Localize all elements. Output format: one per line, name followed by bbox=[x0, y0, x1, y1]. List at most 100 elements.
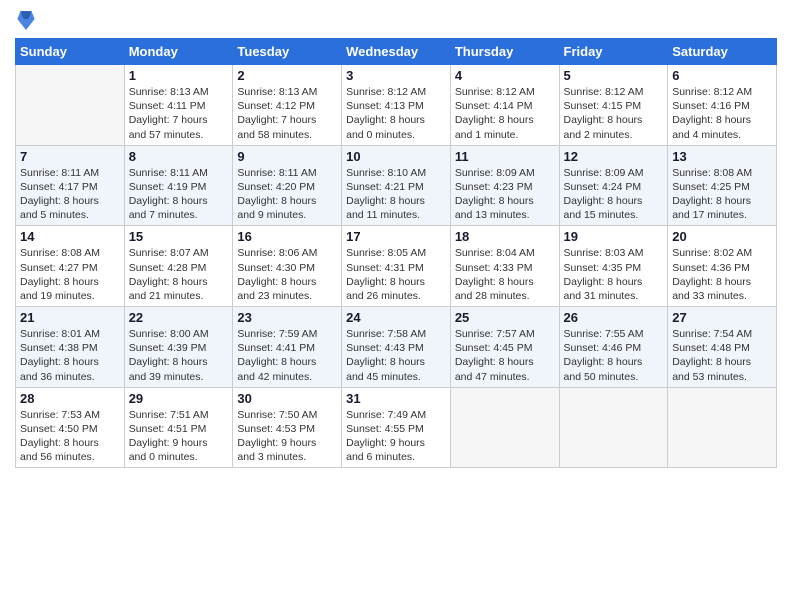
day-number: 28 bbox=[20, 391, 120, 406]
calendar-header-row: SundayMondayTuesdayWednesdayThursdayFrid… bbox=[16, 39, 777, 65]
day-number: 1 bbox=[129, 68, 229, 83]
calendar-week-row: 7Sunrise: 8:11 AMSunset: 4:17 PMDaylight… bbox=[16, 145, 777, 226]
calendar-cell: 16 Sunrise: 8:06 AMSunset: 4:30 PMDayligh… bbox=[233, 226, 342, 307]
day-info: Sunrise: 8:07 AMSunset: 4:28 PMDaylight:… bbox=[129, 246, 229, 303]
day-info: Sunrise: 8:12 AMSunset: 4:16 PMDaylight:… bbox=[672, 85, 772, 142]
day-info: Sunrise: 8:10 AMSunset: 4:21 PMDaylight:… bbox=[346, 166, 446, 223]
calendar-cell: 19 Sunrise: 8:03 AMSunset: 4:35 PMDayligh… bbox=[559, 226, 668, 307]
day-number: 4 bbox=[455, 68, 555, 83]
day-number: 29 bbox=[129, 391, 229, 406]
day-info: Sunrise: 8:09 AMSunset: 4:24 PMDaylight:… bbox=[564, 166, 664, 223]
day-info: Sunrise: 8:02 AMSunset: 4:36 PMDaylight:… bbox=[672, 246, 772, 303]
day-info: Sunrise: 8:12 AMSunset: 4:14 PMDaylight:… bbox=[455, 85, 555, 142]
calendar-cell: 22 Sunrise: 8:00 AMSunset: 4:39 PMDayligh… bbox=[124, 307, 233, 388]
day-info: Sunrise: 8:13 AMSunset: 4:12 PMDaylight:… bbox=[237, 85, 337, 142]
logo bbox=[15, 10, 35, 30]
day-number: 25 bbox=[455, 310, 555, 325]
calendar-cell: 12 Sunrise: 8:09 AMSunset: 4:24 PMDayligh… bbox=[559, 145, 668, 226]
day-number: 22 bbox=[129, 310, 229, 325]
header-friday: Friday bbox=[559, 39, 668, 65]
day-info: Sunrise: 8:00 AMSunset: 4:39 PMDaylight:… bbox=[129, 327, 229, 384]
day-number: 8 bbox=[129, 149, 229, 164]
calendar-cell: 25 Sunrise: 7:57 AMSunset: 4:45 PMDayligh… bbox=[450, 307, 559, 388]
day-number: 6 bbox=[672, 68, 772, 83]
calendar-cell bbox=[16, 65, 125, 146]
calendar-cell: 29 Sunrise: 7:51 AMSunset: 4:51 PMDayligh… bbox=[124, 387, 233, 468]
day-info: Sunrise: 7:53 AMSunset: 4:50 PMDaylight:… bbox=[20, 408, 120, 465]
day-info: Sunrise: 8:11 AMSunset: 4:19 PMDaylight:… bbox=[129, 166, 229, 223]
calendar-cell: 10 Sunrise: 8:10 AMSunset: 4:21 PMDayligh… bbox=[342, 145, 451, 226]
calendar-cell: 8 Sunrise: 8:11 AMSunset: 4:19 PMDaylight… bbox=[124, 145, 233, 226]
day-number: 12 bbox=[564, 149, 664, 164]
day-info: Sunrise: 7:49 AMSunset: 4:55 PMDaylight:… bbox=[346, 408, 446, 465]
day-number: 10 bbox=[346, 149, 446, 164]
header-thursday: Thursday bbox=[450, 39, 559, 65]
calendar-cell: 3 Sunrise: 8:12 AMSunset: 4:13 PMDaylight… bbox=[342, 65, 451, 146]
day-number: 14 bbox=[20, 229, 120, 244]
day-number: 9 bbox=[237, 149, 337, 164]
header-wednesday: Wednesday bbox=[342, 39, 451, 65]
calendar-cell: 15Sunrise: 8:07 AMSunset: 4:28 PMDayligh… bbox=[124, 226, 233, 307]
calendar-cell: 24 Sunrise: 7:58 AMSunset: 4:43 PMDayligh… bbox=[342, 307, 451, 388]
day-info: Sunrise: 8:09 AMSunset: 4:23 PMDaylight:… bbox=[455, 166, 555, 223]
calendar-cell: 18 Sunrise: 8:04 AMSunset: 4:33 PMDayligh… bbox=[450, 226, 559, 307]
calendar-cell: 27Sunrise: 7:54 AMSunset: 4:48 PMDayligh… bbox=[668, 307, 777, 388]
calendar-cell: 4 Sunrise: 8:12 AMSunset: 4:14 PMDaylight… bbox=[450, 65, 559, 146]
page-header bbox=[15, 10, 777, 30]
header-monday: Monday bbox=[124, 39, 233, 65]
calendar-cell: 11 Sunrise: 8:09 AMSunset: 4:23 PMDayligh… bbox=[450, 145, 559, 226]
calendar-week-row: 14 Sunrise: 8:08 AMSunset: 4:27 PMDayligh… bbox=[16, 226, 777, 307]
day-number: 18 bbox=[455, 229, 555, 244]
calendar-cell: 6 Sunrise: 8:12 AMSunset: 4:16 PMDaylight… bbox=[668, 65, 777, 146]
day-number: 21 bbox=[20, 310, 120, 325]
day-info: Sunrise: 7:55 AMSunset: 4:46 PMDaylight:… bbox=[564, 327, 664, 384]
day-number: 5 bbox=[564, 68, 664, 83]
day-number: 17 bbox=[346, 229, 446, 244]
calendar-cell bbox=[668, 387, 777, 468]
day-info: Sunrise: 8:12 AMSunset: 4:13 PMDaylight:… bbox=[346, 85, 446, 142]
day-number: 16 bbox=[237, 229, 337, 244]
calendar-week-row: 21 Sunrise: 8:01 AMSunset: 4:38 PMDayligh… bbox=[16, 307, 777, 388]
calendar-week-row: 1 Sunrise: 8:13 AMSunset: 4:11 PMDaylight… bbox=[16, 65, 777, 146]
calendar-week-row: 28 Sunrise: 7:53 AMSunset: 4:50 PMDayligh… bbox=[16, 387, 777, 468]
day-number: 23 bbox=[237, 310, 337, 325]
day-info: Sunrise: 8:04 AMSunset: 4:33 PMDaylight:… bbox=[455, 246, 555, 303]
calendar-cell: 21 Sunrise: 8:01 AMSunset: 4:38 PMDayligh… bbox=[16, 307, 125, 388]
day-info: Sunrise: 8:01 AMSunset: 4:38 PMDaylight:… bbox=[20, 327, 120, 384]
calendar-cell: 28 Sunrise: 7:53 AMSunset: 4:50 PMDayligh… bbox=[16, 387, 125, 468]
calendar-cell: 31 Sunrise: 7:49 AMSunset: 4:55 PMDayligh… bbox=[342, 387, 451, 468]
calendar-cell: 13Sunrise: 8:08 AMSunset: 4:25 PMDayligh… bbox=[668, 145, 777, 226]
day-info: Sunrise: 8:12 AMSunset: 4:15 PMDaylight:… bbox=[564, 85, 664, 142]
day-number: 24 bbox=[346, 310, 446, 325]
day-info: Sunrise: 8:08 AMSunset: 4:25 PMDaylight:… bbox=[672, 166, 772, 223]
day-number: 30 bbox=[237, 391, 337, 406]
calendar-cell bbox=[559, 387, 668, 468]
calendar-table: SundayMondayTuesdayWednesdayThursdayFrid… bbox=[15, 38, 777, 468]
day-number: 20 bbox=[672, 229, 772, 244]
day-number: 11 bbox=[455, 149, 555, 164]
day-info: Sunrise: 7:58 AMSunset: 4:43 PMDaylight:… bbox=[346, 327, 446, 384]
calendar-cell: 2 Sunrise: 8:13 AMSunset: 4:12 PMDaylight… bbox=[233, 65, 342, 146]
header-tuesday: Tuesday bbox=[233, 39, 342, 65]
logo-icon bbox=[17, 8, 35, 30]
day-info: Sunrise: 8:11 AMSunset: 4:20 PMDaylight:… bbox=[237, 166, 337, 223]
day-info: Sunrise: 8:06 AMSunset: 4:30 PMDaylight:… bbox=[237, 246, 337, 303]
day-info: Sunrise: 7:59 AMSunset: 4:41 PMDaylight:… bbox=[237, 327, 337, 384]
day-number: 31 bbox=[346, 391, 446, 406]
day-number: 27 bbox=[672, 310, 772, 325]
day-info: Sunrise: 8:03 AMSunset: 4:35 PMDaylight:… bbox=[564, 246, 664, 303]
calendar-cell: 7Sunrise: 8:11 AMSunset: 4:17 PMDaylight… bbox=[16, 145, 125, 226]
day-number: 3 bbox=[346, 68, 446, 83]
header-sunday: Sunday bbox=[16, 39, 125, 65]
calendar-cell: 9 Sunrise: 8:11 AMSunset: 4:20 PMDaylight… bbox=[233, 145, 342, 226]
day-number: 2 bbox=[237, 68, 337, 83]
day-info: Sunrise: 7:57 AMSunset: 4:45 PMDaylight:… bbox=[455, 327, 555, 384]
day-number: 19 bbox=[564, 229, 664, 244]
calendar-cell bbox=[450, 387, 559, 468]
day-info: Sunrise: 8:13 AMSunset: 4:11 PMDaylight:… bbox=[129, 85, 229, 142]
day-info: Sunrise: 7:51 AMSunset: 4:51 PMDaylight:… bbox=[129, 408, 229, 465]
calendar-cell: 30Sunrise: 7:50 AMSunset: 4:53 PMDayligh… bbox=[233, 387, 342, 468]
day-info: Sunrise: 8:08 AMSunset: 4:27 PMDaylight:… bbox=[20, 246, 120, 303]
calendar-cell: 5 Sunrise: 8:12 AMSunset: 4:15 PMDaylight… bbox=[559, 65, 668, 146]
day-number: 26 bbox=[564, 310, 664, 325]
